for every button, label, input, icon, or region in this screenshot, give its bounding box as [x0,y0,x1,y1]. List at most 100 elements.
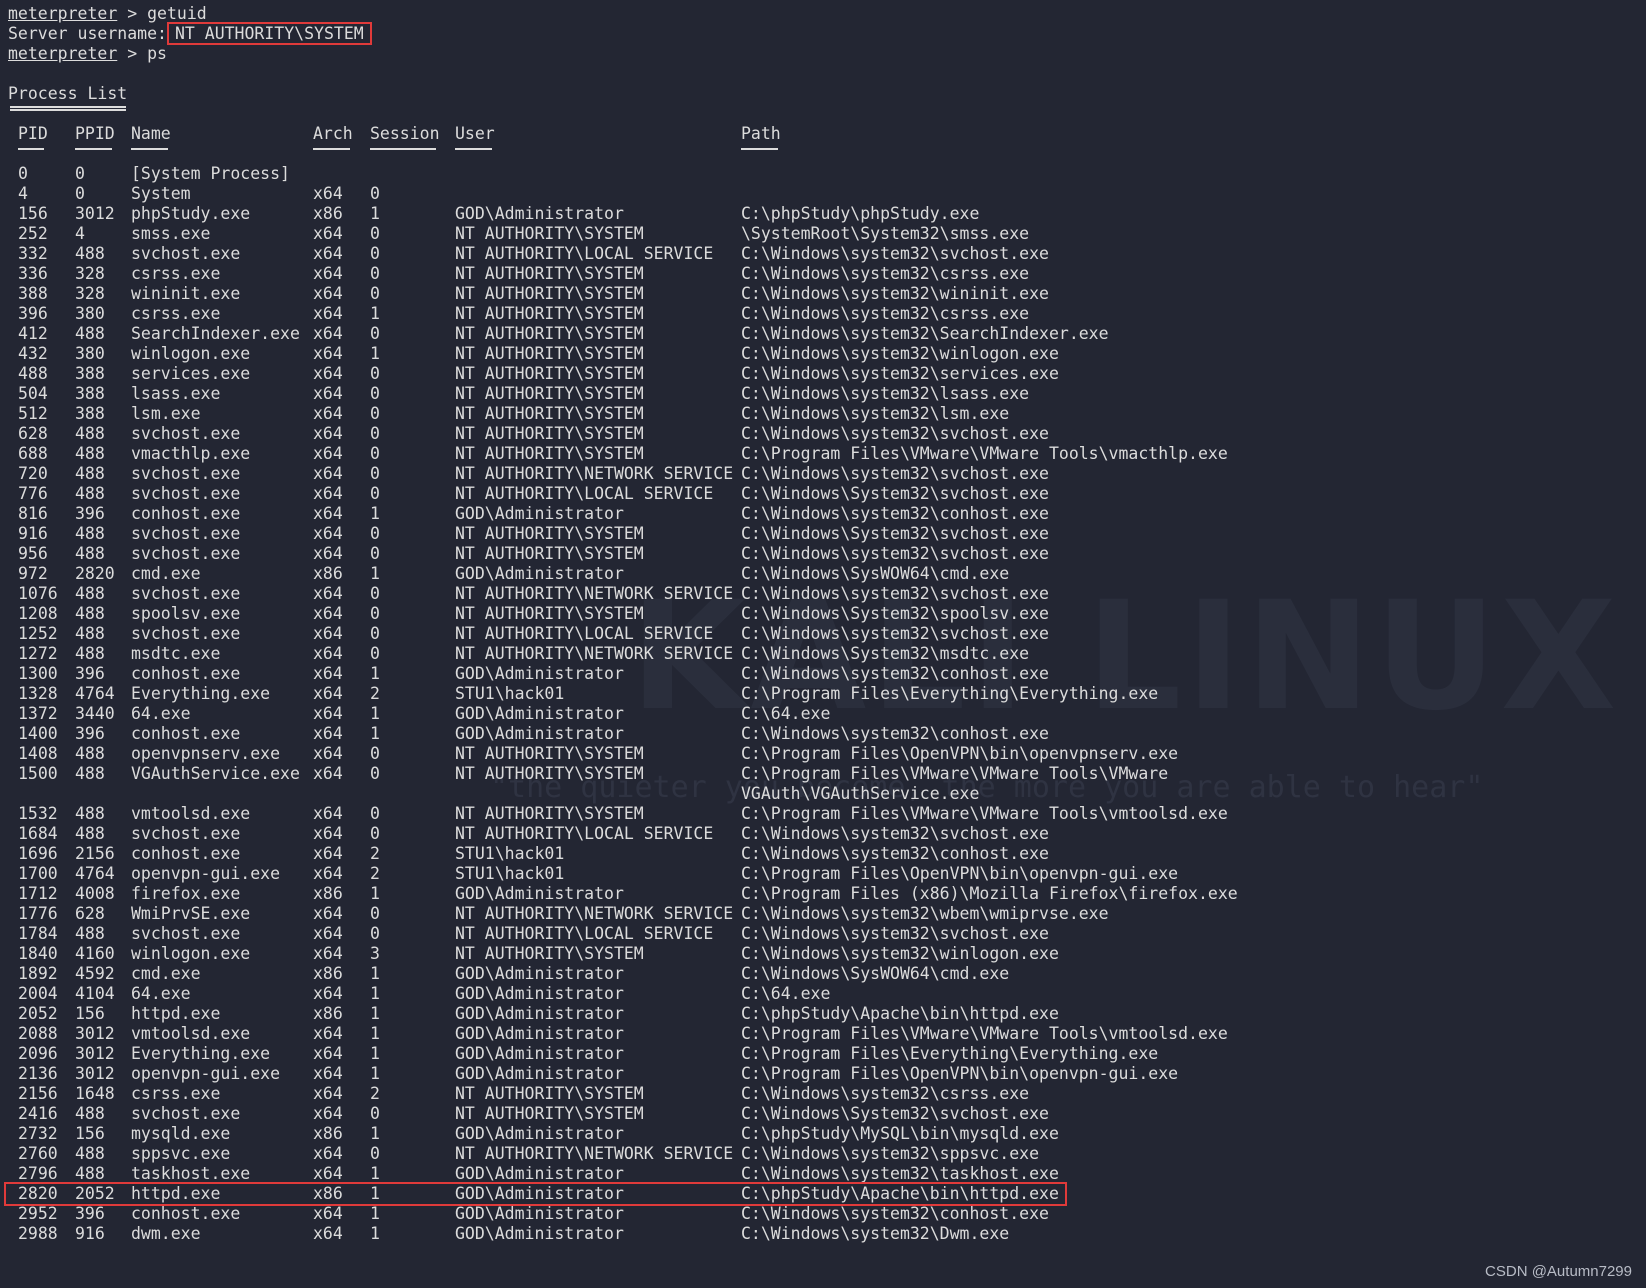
cell-session: 0 [370,744,380,763]
cell-pid: 2156 [18,1084,58,1103]
cell-name: vmtoolsd.exe [131,804,251,823]
cell-ppid: 156 [75,1004,105,1023]
cell-path: C:\Windows\System32\spoolsv.exe [741,604,1049,623]
cell-user: GOD\Administrator [455,1044,624,1063]
cell-user: NT AUTHORITY\SYSTEM [455,604,644,623]
process-row: 2760 488 sppsvc.exe x64 0 NT AUTHORITY\NETWOR… [8,1144,1646,1164]
cell-name: conhost.exe [131,844,241,863]
cell-path: C:\Windows\system32\svchost.exe [741,244,1049,263]
cell-ppid: 3012 [75,204,115,223]
cell-session: 2 [370,844,380,863]
process-row: 252 4 smss.exe x64 0 NT AUTHORITY\SYSTEM \Syst… [8,224,1646,244]
process-row: 1272 488 msdtc.exe x64 0 NT AUTHORITY\NETWORK… [8,644,1646,664]
cell-arch: x64 [313,184,343,203]
cell-session: 0 [370,544,380,563]
cell-ppid: 488 [75,804,105,823]
cell-user: GOD\Administrator [455,884,624,903]
cell-session: 0 [370,484,380,503]
cell-pid: 2052 [18,1004,58,1023]
process-row: 2988 916 dwm.exe x64 1 GOD\Administrator C:\Wi… [8,1224,1646,1244]
process-row: 2088 3012 vmtoolsd.exe x64 1 GOD\Administrato… [8,1024,1646,1044]
cell-pid: 2760 [18,1144,58,1163]
cell-user: NT AUTHORITY\NETWORK SERVICE [455,904,734,923]
process-row: 628 488 svchost.exe x64 0 NT AUTHORITY\SYSTEM… [8,424,1646,444]
cell-name: System [131,184,191,203]
cell-ppid: 4160 [75,944,115,963]
cell-name: dwm.exe [131,1224,201,1243]
cell-name: winlogon.exe [131,944,251,963]
cell-ppid: 488 [75,744,105,763]
cell-session: 0 [370,764,380,783]
cell-ppid: 488 [75,544,105,563]
cell-path: C:\Windows\system32\SearchIndexer.exe [741,324,1109,343]
cell-name: SearchIndexer.exe [131,324,300,343]
cell-ppid: 488 [75,244,105,263]
cell-user: GOD\Administrator [455,204,624,223]
cell-name: msdtc.exe [131,644,221,663]
cell-pid: 1272 [18,644,58,663]
cell-ppid: 4104 [75,984,115,1003]
cell-name: sppsvc.exe [131,1144,231,1163]
cell-path: C:\phpStudy\Apache\bin\httpd.exe [741,1184,1059,1203]
cell-user: NT AUTHORITY\SYSTEM [455,284,644,303]
cell-path: C:\Windows\system32\lsass.exe [741,384,1030,403]
cell-path: C:\Program Files\Everything\Everything.e… [741,684,1159,703]
process-row: 1408 488 openvpnserv.exe x64 0 NT AUTHORITY\S… [8,744,1646,764]
cell-ppid: 380 [75,304,105,323]
cell-path: C:\Windows\system32\lsm.exe [741,404,1010,423]
cell-name: vmtoolsd.exe [131,1024,251,1043]
cell-session: 0 [370,1104,380,1123]
terminal[interactable]: meterpreter > getuid Server username: NT … [4,4,1646,1244]
cell-pid: 2952 [18,1204,58,1223]
cell-pid: 776 [18,484,48,503]
cell-path: C:\Windows\System32\svchost.exe [741,1104,1049,1123]
cell-path: C:\64.exe [741,704,831,723]
process-row: 816 396 conhost.exe x64 1 GOD\Administrator C:… [8,504,1646,524]
header-underline [455,148,492,150]
cell-pid: 2796 [18,1164,58,1183]
process-row: 332 488 svchost.exe x64 0 NT AUTHORITY\LOCAL … [8,244,1646,264]
process-row: 916 488 svchost.exe x64 0 NT AUTHORITY\SYSTEM… [8,524,1646,544]
cell-user: GOD\Administrator [455,1064,624,1083]
cell-user: NT AUTHORITY\SYSTEM [455,304,644,323]
cell-ppid: 488 [75,644,105,663]
cell-pid: 2732 [18,1124,58,1143]
cell-path: C:\Windows\system32\taskhost.exe [741,1164,1059,1183]
cell-arch: x64 [313,904,343,923]
cell-session: 3 [370,944,380,963]
cell-pid: 1208 [18,604,58,623]
cell-arch: x64 [313,484,343,503]
cell-arch: x64 [313,1084,343,1103]
cell-name: lsm.exe [131,404,201,423]
process-row: 388 328 wininit.exe x64 0 NT AUTHORITY\SYSTEM… [8,284,1646,304]
cell-path: C:\Windows\system32\conhost.exe [741,664,1049,683]
header-session: Session [370,124,440,143]
cell-session: 1 [370,1024,380,1043]
cell-ppid: 0 [75,184,85,203]
process-row: 1840 4160 winlogon.exe x64 3 NT AUTHORITY\SYS… [8,944,1646,964]
cell-ppid: 396 [75,724,105,743]
cell-pid: 1500 [18,764,58,783]
cell-arch: x64 [313,824,343,843]
cell-arch: x64 [313,284,343,303]
csdn-footer: CSDN @Autumn7299 [1485,1263,1632,1280]
cell-name: csrss.exe [131,1084,221,1103]
cell-user: NT AUTHORITY\SYSTEM [455,944,644,963]
cell-arch: x64 [313,424,343,443]
cell-path: C:\Windows\system32\wbem\wmiprvse.exe [741,904,1109,923]
cell-user: STU1\hack01 [455,844,565,863]
cell-path: C:\Windows\system32\conhost.exe [741,844,1049,863]
process-row: 1208 488 spoolsv.exe x64 0 NT AUTHORITY\SYSTE… [8,604,1646,624]
cell-arch: x64 [313,344,343,363]
header-user: User [455,124,495,143]
cell-arch: x64 [313,684,343,703]
cell-path: C:\64.exe [741,984,831,1003]
process-row: 2052 156 httpd.exe x86 1 GOD\Administrator C:\… [8,1004,1646,1024]
cell-name: csrss.exe [131,264,221,283]
cell-arch: x64 [313,764,343,783]
cell-pid: 336 [18,264,48,283]
cell-pid: 504 [18,384,48,403]
cell-path: C:\Windows\system32\svchost.exe [741,924,1049,943]
process-row: 2796 488 taskhost.exe x64 1 GOD\Administrator… [8,1164,1646,1184]
cell-user: GOD\Administrator [455,664,624,683]
